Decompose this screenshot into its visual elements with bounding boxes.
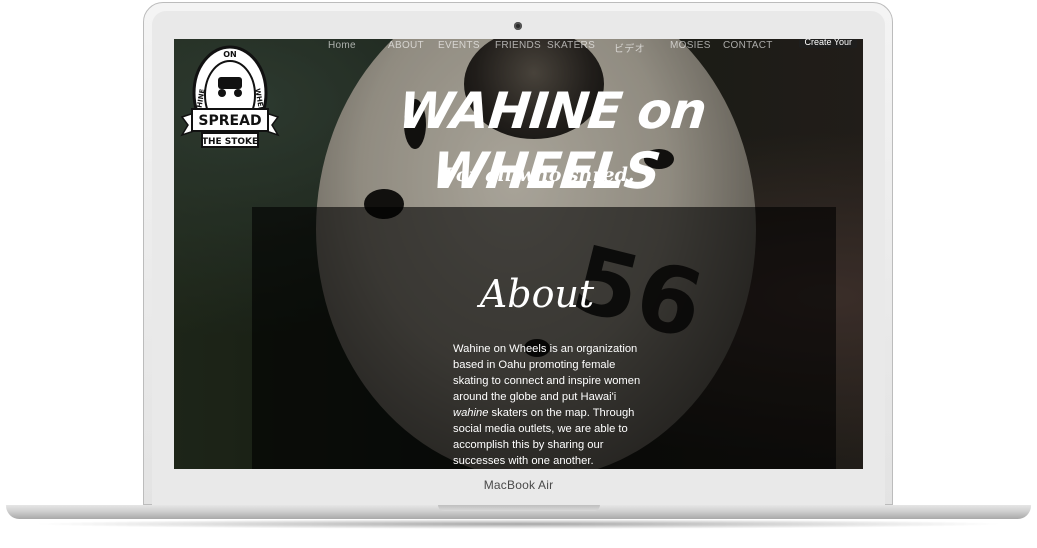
about-body-emphasis: wahine — [453, 407, 489, 419]
hero-subtitle: For all who shred. — [443, 164, 635, 186]
about-heading: About — [479, 272, 595, 316]
nav-mosies[interactable]: MOSIES — [670, 39, 711, 51]
skate-wheel-icon — [218, 89, 226, 97]
laptop-shadow — [30, 519, 1007, 529]
laptop-screen: 56 Home ABOUT EVENTS FRIENDS SKATERS ビデオ… — [174, 39, 863, 469]
nav-about[interactable]: ABOUT — [388, 39, 424, 51]
logo-banner-text: SPREAD — [198, 113, 261, 129]
about-body: Wahine on Wheels is an organization base… — [453, 341, 645, 469]
nav-events[interactable]: EVENTS — [438, 39, 480, 51]
device-brand-label: MacBook Air — [483, 478, 554, 492]
nav-contact[interactable]: CONTACT — [723, 39, 773, 51]
create-site-button[interactable]: Create Your — [799, 39, 857, 48]
camera-icon — [514, 22, 522, 30]
logo-text-on: ON — [223, 50, 237, 59]
skateboard-icon — [218, 77, 242, 89]
nav-video[interactable]: ビデオ — [614, 39, 645, 55]
skate-wheel-icon — [234, 89, 242, 97]
nav-home[interactable]: Home — [328, 39, 356, 51]
laptop-base-notch — [438, 505, 600, 511]
mockup-stage: 56 Home ABOUT EVENTS FRIENDS SKATERS ビデオ… — [0, 0, 1037, 548]
about-body-text: Wahine on Wheels is an organization base… — [453, 343, 641, 403]
logo-sub-banner-text: THE STOKE — [202, 137, 258, 147]
nav-friends[interactable]: FRIENDS — [495, 39, 541, 51]
nav-skaters[interactable]: SKATERS — [547, 39, 595, 51]
wahine-logo[interactable]: ON WAHINE WHEELS SPREAD THE STOKE — [180, 43, 280, 157]
